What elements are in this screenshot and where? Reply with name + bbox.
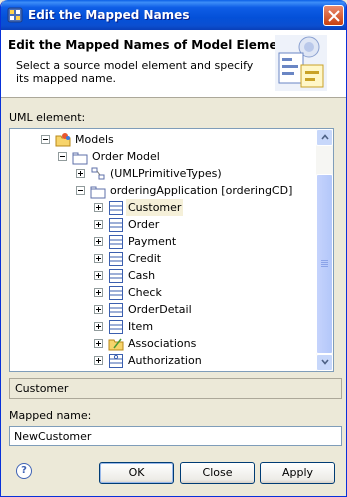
tree-node-label: Customer [126, 199, 184, 216]
ok-button[interactable]: OK [99, 462, 174, 484]
tree-node-label: (UMLPrimitiveTypes) [110, 167, 222, 180]
class-icon [109, 201, 123, 215]
tree-node-label: Cash [128, 269, 156, 282]
expand-toggle[interactable] [94, 220, 103, 229]
tree-vertical-scrollbar[interactable] [316, 129, 333, 371]
close-icon [328, 10, 340, 22]
expand-toggle[interactable] [94, 237, 103, 246]
tree-node[interactable]: Customer [10, 199, 316, 216]
class-icon [109, 235, 123, 249]
banner-title: Edit the Mapped Names of Model Element [8, 38, 292, 52]
collapse-toggle[interactable] [58, 152, 67, 161]
class-icon [109, 320, 123, 334]
class-icon [109, 218, 123, 232]
expand-toggle[interactable] [94, 254, 103, 263]
tree-node[interactable]: (UMLPrimitiveTypes) [10, 165, 316, 182]
expand-toggle[interactable] [94, 288, 103, 297]
tree-node-label: orderingApplication [orderingCD] [110, 184, 293, 197]
tree-node-label: OrderDetail [128, 303, 192, 316]
window-title: Edit the Mapped Names [28, 8, 190, 22]
tree-node-label: Credit [128, 252, 162, 265]
tree-node-label: Check [128, 286, 162, 299]
banner-description: Select a source model element and specif… [16, 59, 254, 85]
interface-icon [109, 354, 123, 368]
collapse-toggle[interactable] [76, 186, 85, 195]
wizard-banner: Edit the Mapped Names of Model Element S… [1, 30, 346, 98]
class-icon [109, 286, 123, 300]
apply-button[interactable]: Apply [260, 462, 335, 484]
tree-node[interactable]: Associations [10, 335, 316, 352]
tree-node[interactable]: Authorization [10, 352, 316, 369]
wizard-banner-icon [275, 35, 327, 91]
title-bar[interactable]: Edit the Mapped Names [1, 0, 346, 30]
folder-icon [108, 338, 124, 351]
scroll-up-button[interactable] [316, 129, 333, 146]
tree-node[interactable]: Credit [10, 250, 316, 267]
expand-toggle[interactable] [94, 339, 103, 348]
package-icon [72, 152, 88, 165]
expand-toggle[interactable] [94, 356, 103, 365]
uml-element-tree[interactable]: Models Order Model (UMLPrimitiveTypes) orde… [9, 128, 334, 372]
chevron-up-icon [321, 134, 329, 140]
class-icon [109, 252, 123, 266]
tree-node-label: Associations [128, 337, 197, 350]
tree-node[interactable]: Check [10, 284, 316, 301]
tree-node-label: Models [75, 133, 114, 146]
expand-toggle[interactable] [76, 169, 85, 178]
tree-node[interactable]: OrderDetail [10, 301, 316, 318]
uml-element-label: UML element: [9, 111, 86, 124]
tree-node[interactable]: orderingApplication [orderingCD] [10, 182, 316, 199]
expand-toggle[interactable] [94, 305, 103, 314]
close-window-button[interactable] [323, 5, 344, 26]
tree-node[interactable]: Payment [10, 233, 316, 250]
tree-node-label: Payment [128, 235, 177, 248]
tree-node[interactable]: Order Model [10, 148, 316, 165]
scroll-thumb[interactable] [316, 174, 333, 354]
rsa-icon [7, 7, 23, 23]
dialog-window: Edit the Mapped Names Edit the Mapped Na… [0, 0, 347, 497]
tree-node[interactable]: Order [10, 216, 316, 233]
collapse-toggle[interactable] [41, 135, 50, 144]
expand-toggle[interactable] [94, 203, 103, 212]
tree-node[interactable]: Item [10, 318, 316, 335]
scroll-down-button[interactable] [316, 354, 333, 371]
tree-node[interactable]: Models [10, 131, 316, 148]
tree-node[interactable]: Cash [10, 267, 316, 284]
tree-node-label: Authorization [128, 354, 202, 367]
class-icon [109, 269, 123, 283]
package-icon [90, 186, 106, 199]
tree-node-label: Order [128, 218, 160, 231]
tree-node-label: Order Model [92, 150, 160, 163]
expand-toggle[interactable] [94, 271, 103, 280]
chevron-down-icon [321, 359, 329, 365]
class-icon [109, 303, 123, 317]
expand-toggle[interactable] [94, 322, 103, 331]
primitive-types-icon [91, 167, 105, 180]
close-button[interactable]: Close [180, 462, 255, 484]
mapped-name-label: Mapped name: [9, 409, 92, 422]
selected-element-display: Customer [9, 378, 342, 399]
models-folder-icon [55, 133, 71, 147]
mapped-name-field[interactable] [9, 426, 342, 446]
help-icon[interactable]: ? [16, 463, 32, 479]
tree-node-label: Item [128, 320, 154, 333]
